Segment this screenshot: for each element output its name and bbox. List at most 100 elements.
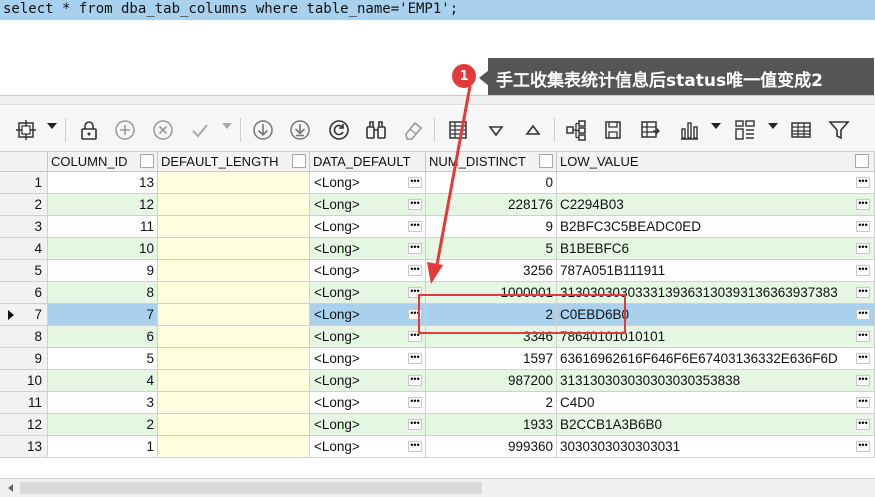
add-row-icon[interactable] xyxy=(113,118,137,142)
ellipsis-button[interactable]: ••• xyxy=(408,177,422,188)
column-header-default-length[interactable]: DEFAULT_LENGTH xyxy=(158,152,310,172)
pivot-icon[interactable] xyxy=(733,118,757,142)
row-number[interactable]: 11 xyxy=(0,392,48,414)
cell-low-value[interactable]: 3030303030303031 ••• xyxy=(557,436,875,458)
table-row[interactable]: 1 13 <Long> ••• 0 ••• xyxy=(0,172,875,194)
ellipsis-button[interactable]: ••• xyxy=(856,199,870,210)
cell-data-default[interactable]: <Long> ••• xyxy=(310,238,426,260)
row-number[interactable]: 4 xyxy=(0,238,48,260)
cell-column-id[interactable]: 2 xyxy=(48,414,158,436)
cell-num-distinct[interactable]: 9 xyxy=(426,216,557,238)
row-number[interactable]: 8 xyxy=(0,326,48,348)
post-icon[interactable] xyxy=(188,118,212,142)
column-menu-button[interactable] xyxy=(292,154,306,168)
cell-low-value[interactable]: 63616962616F646F6E67403136332E636F6D ••• xyxy=(557,348,875,370)
delete-row-icon[interactable] xyxy=(151,118,175,142)
ellipsis-button[interactable]: ••• xyxy=(856,221,870,232)
row-number[interactable]: 9 xyxy=(0,348,48,370)
table-row[interactable]: 10 4 <Long> ••• 987200 3131303030303030303538… xyxy=(0,370,875,392)
table-row[interactable]: 5 9 <Long> ••• 3256 787A051B111911 ••• xyxy=(0,260,875,282)
cell-num-distinct[interactable]: 0 xyxy=(426,172,557,194)
ellipsis-button[interactable]: ••• xyxy=(856,375,870,386)
sort-desc-icon[interactable] xyxy=(484,118,508,142)
cell-default-length[interactable] xyxy=(158,260,310,282)
ellipsis-button[interactable]: ••• xyxy=(408,419,422,430)
last-page-icon[interactable] xyxy=(288,118,312,142)
ellipsis-button[interactable]: ••• xyxy=(856,309,870,320)
horizontal-scrollbar[interactable] xyxy=(0,478,875,497)
cell-data-default[interactable]: <Long> ••• xyxy=(310,348,426,370)
cell-default-length[interactable] xyxy=(158,216,310,238)
grid-options-dropdown-icon[interactable] xyxy=(47,123,57,129)
cell-data-default[interactable]: <Long> ••• xyxy=(310,326,426,348)
scroll-thumb[interactable] xyxy=(20,482,482,494)
ellipsis-button[interactable]: ••• xyxy=(856,353,870,364)
cell-low-value[interactable]: C4D0 ••• xyxy=(557,392,875,414)
cell-column-id[interactable]: 8 xyxy=(48,282,158,304)
cell-default-length[interactable] xyxy=(158,436,310,458)
cell-column-id[interactable]: 7 xyxy=(48,304,158,326)
cell-low-value[interactable]: B2CCB1A3B6B0 ••• xyxy=(557,414,875,436)
sql-current-line[interactable]: select * from dba_tab_columns where tabl… xyxy=(0,0,875,20)
table-row[interactable]: 2 12 <Long> ••• 228176 C2294B03 ••• xyxy=(0,194,875,216)
cell-data-default[interactable]: <Long> ••• xyxy=(310,216,426,238)
cell-data-default[interactable]: <Long> ••• xyxy=(310,392,426,414)
cell-num-distinct[interactable]: 228176 xyxy=(426,194,557,216)
ellipsis-button[interactable]: ••• xyxy=(856,419,870,430)
cell-num-distinct[interactable]: 2 xyxy=(426,392,557,414)
cell-num-distinct[interactable]: 1597 xyxy=(426,348,557,370)
lock-icon[interactable] xyxy=(77,118,101,142)
cell-data-default[interactable]: <Long> ••• xyxy=(310,194,426,216)
row-number[interactable]: 10 xyxy=(0,370,48,392)
row-number[interactable]: 1 xyxy=(0,172,48,194)
sort-asc-icon[interactable] xyxy=(521,118,545,142)
cell-num-distinct[interactable]: 1933 xyxy=(426,414,557,436)
row-number[interactable]: 12 xyxy=(0,414,48,436)
column-menu-button[interactable] xyxy=(539,154,553,168)
cell-low-value[interactable]: ••• xyxy=(557,172,875,194)
cell-default-length[interactable] xyxy=(158,370,310,392)
clear-icon[interactable] xyxy=(401,118,425,142)
pivot-dropdown-icon[interactable] xyxy=(768,123,778,129)
table-view-icon[interactable] xyxy=(789,118,813,142)
find-icon[interactable] xyxy=(364,118,388,142)
row-number-header[interactable] xyxy=(0,152,48,172)
scroll-left-arrow-icon[interactable] xyxy=(8,484,13,492)
cell-low-value[interactable]: B2BFC3C5BEADC0ED ••• xyxy=(557,216,875,238)
refresh-icon[interactable] xyxy=(327,118,351,142)
table-row[interactable]: 11 3 <Long> ••• 2 C4D0 ••• xyxy=(0,392,875,414)
cell-data-default[interactable]: <Long> ••• xyxy=(310,436,426,458)
row-number[interactable]: 6 xyxy=(0,282,48,304)
chart-icon[interactable] xyxy=(677,118,701,142)
column-header-low-value[interactable]: LOW_VALUE xyxy=(557,152,875,172)
column-menu-button[interactable] xyxy=(140,154,154,168)
cell-column-id[interactable]: 5 xyxy=(48,348,158,370)
cell-data-default[interactable]: <Long> ••• xyxy=(310,172,426,194)
table-row[interactable]: 13 1 <Long> ••• 999360 3030303030303031 ••• xyxy=(0,436,875,458)
ellipsis-button[interactable]: ••• xyxy=(408,265,422,276)
editor-grid-splitter[interactable] xyxy=(0,95,875,105)
cell-default-length[interactable] xyxy=(158,194,310,216)
row-number[interactable]: 5 xyxy=(0,260,48,282)
ellipsis-button[interactable]: ••• xyxy=(856,287,870,298)
cell-low-value[interactable]: C2294B03 ••• xyxy=(557,194,875,216)
cell-default-length[interactable] xyxy=(158,172,310,194)
cell-default-length[interactable] xyxy=(158,304,310,326)
cell-data-default[interactable]: <Long> ••• xyxy=(310,370,426,392)
cell-num-distinct[interactable]: 5 xyxy=(426,238,557,260)
cell-column-id[interactable]: 6 xyxy=(48,326,158,348)
ellipsis-button[interactable]: ••• xyxy=(408,221,422,232)
cell-default-length[interactable] xyxy=(158,238,310,260)
ellipsis-button[interactable]: ••• xyxy=(408,375,422,386)
table-row[interactable]: 12 2 <Long> ••• 1933 B2CCB1A3B6B0 ••• xyxy=(0,414,875,436)
cell-default-length[interactable] xyxy=(158,282,310,304)
row-number[interactable]: 2 xyxy=(0,194,48,216)
post-dropdown-icon[interactable] xyxy=(222,123,232,129)
cell-data-default[interactable]: <Long> ••• xyxy=(310,414,426,436)
ellipsis-button[interactable]: ••• xyxy=(408,441,422,452)
ellipsis-button[interactable]: ••• xyxy=(856,243,870,254)
cell-num-distinct[interactable]: 3256 xyxy=(426,260,557,282)
column-header-num-distinct[interactable]: NUM_DISTINCT xyxy=(426,152,557,172)
cell-num-distinct[interactable]: 987200 xyxy=(426,370,557,392)
row-number[interactable]: 7 xyxy=(0,304,48,326)
